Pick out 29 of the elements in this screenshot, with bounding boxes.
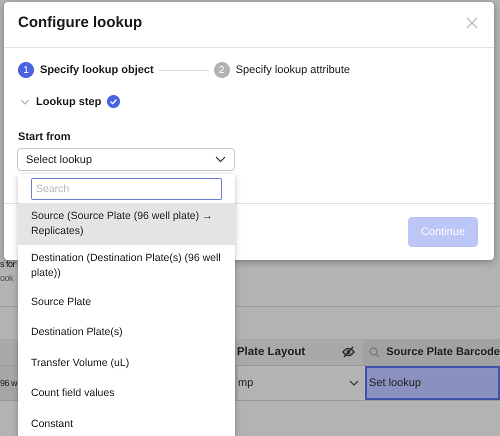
section-label: Lookup step: [36, 96, 102, 108]
step-label: Specify lookup object: [40, 64, 154, 76]
search-icon: [369, 346, 380, 358]
section-title: s for: [0, 259, 16, 269]
chevron-down-icon: [215, 156, 226, 163]
lookup-select[interactable]: Select lookup: [17, 148, 235, 171]
eye-slash-icon[interactable]: [342, 346, 356, 358]
close-icon[interactable]: [466, 16, 478, 28]
menu-option[interactable]: Transfer Volume (uL): [18, 348, 235, 378]
column-header: Source Plate Barcode: [386, 346, 500, 358]
section-subtitle: ook: [0, 273, 14, 283]
menu-option[interactable]: Source Plate: [18, 287, 235, 318]
step-number: 2: [214, 62, 230, 78]
table-cell[interactable]: Set lookup: [365, 366, 500, 400]
menu-option[interactable]: Destination (Destination Plate(s) (96 well plate)): [18, 245, 235, 287]
chevron-down-icon: [349, 380, 359, 386]
menu-option[interactable]: Count field values: [18, 378, 235, 409]
row-header: 96 w: [0, 378, 18, 388]
chevron-down-icon[interactable]: [20, 98, 30, 104]
dialog-title: Configure lookup: [18, 14, 142, 31]
menu-option[interactable]: Destination Plate(s): [18, 318, 235, 348]
menu-option[interactable]: Constant: [18, 409, 235, 436]
table-cell[interactable]: mp: [238, 366, 365, 400]
step-label: Specify lookup attribute: [236, 64, 350, 76]
column-header: Plate Layout: [236, 346, 306, 358]
menu-option[interactable]: Source (Source Plate (96 well plate) → Replicates): [18, 203, 235, 245]
step-number: 1: [18, 62, 34, 78]
field-label: Start from: [18, 131, 72, 143]
search-field[interactable]: Search: [31, 178, 222, 200]
